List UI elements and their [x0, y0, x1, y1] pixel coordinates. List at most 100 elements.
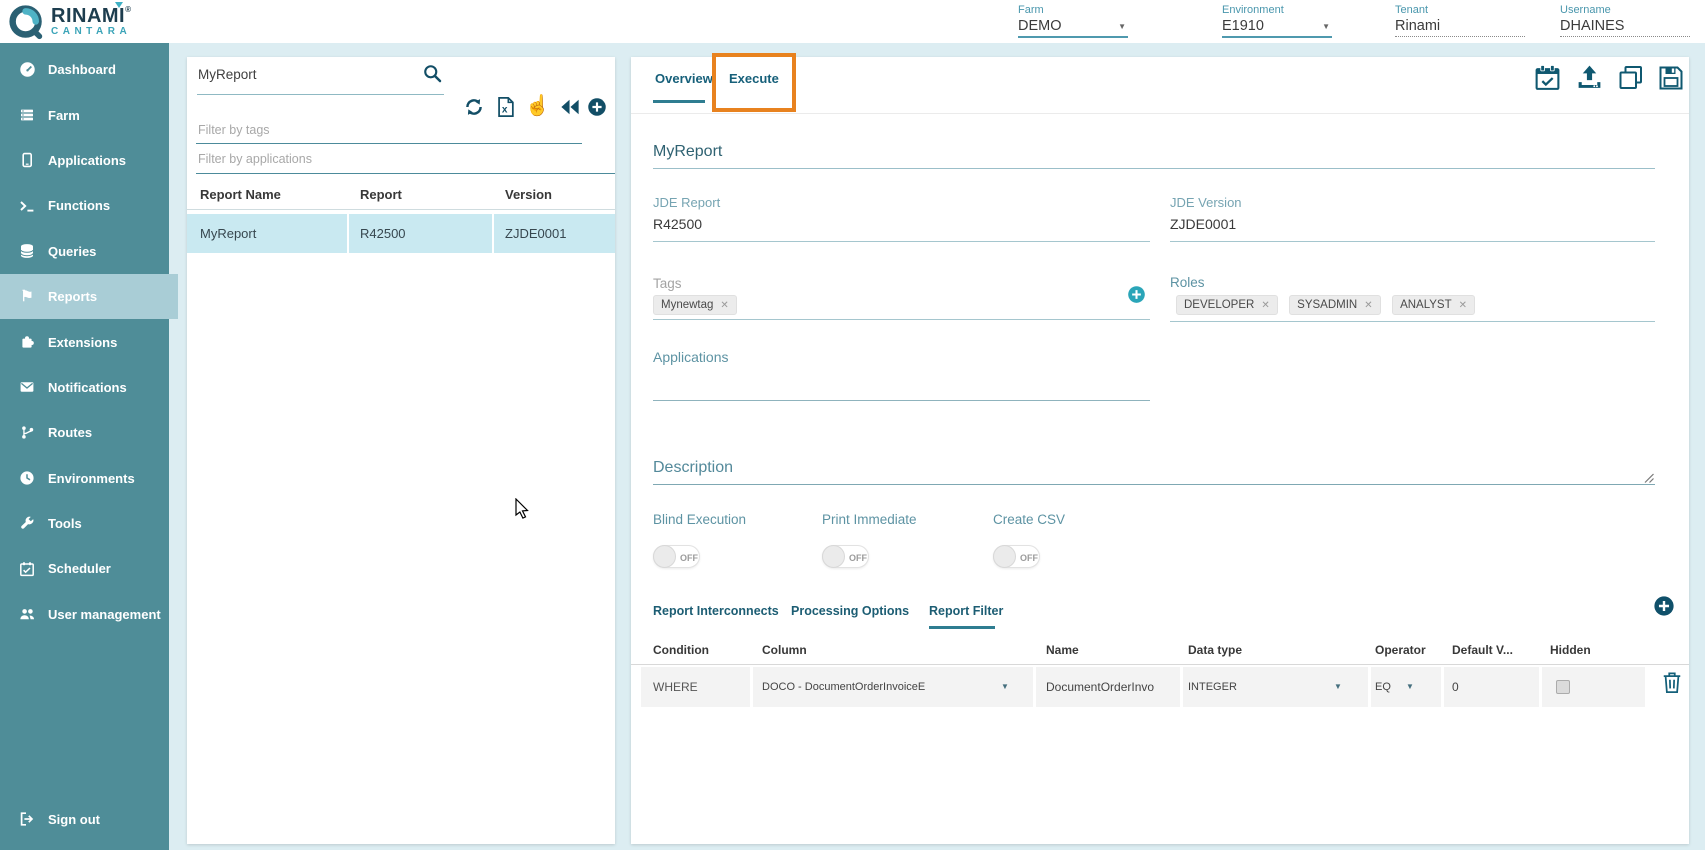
farm-value: DEMO — [1018, 18, 1128, 36]
resize-handle-icon[interactable] — [1643, 471, 1655, 489]
hand-pointer-icon[interactable]: ☝ — [525, 93, 550, 118]
sidebar-item-dashboard[interactable]: Dashboard — [0, 47, 169, 92]
schedule-icon[interactable] — [1533, 63, 1562, 97]
wrench-icon — [14, 516, 40, 532]
print-immediate-toggle[interactable]: OFF — [822, 545, 869, 568]
applications-input[interactable] — [653, 400, 1150, 401]
row-data-type-select[interactable]: INTEGER — [1188, 681, 1237, 693]
create-csv-label: Create CSV — [993, 512, 1065, 527]
column-header-hidden: Hidden — [1550, 643, 1591, 657]
chevron-down-icon: ▼ — [1322, 22, 1330, 31]
sidebar-item-label: User management — [48, 607, 161, 622]
column-header-column: Column — [762, 643, 807, 657]
applications-label: Applications — [653, 349, 729, 365]
refresh-icon[interactable] — [463, 96, 485, 123]
column-header-version: Version — [505, 187, 552, 202]
toggle-knob — [653, 545, 676, 568]
sidebar-item-reports[interactable]: ⚑ Reports — [0, 274, 178, 319]
sidebar-item-label: Reports — [48, 289, 97, 304]
tenant-field: Tenant Rinami — [1395, 4, 1525, 37]
sidebar-item-scheduler[interactable]: Scheduler — [0, 546, 169, 591]
username-value: DHAINES — [1560, 18, 1690, 36]
row-operator-select[interactable]: EQ — [1375, 681, 1391, 693]
sidebar-item-label: Dashboard — [48, 62, 116, 77]
filter-applications-input[interactable]: Filter by applications — [198, 152, 312, 166]
toggle-state: OFF — [849, 553, 867, 563]
create-csv-toggle[interactable]: OFF — [993, 545, 1040, 568]
sidebar-item-sign-out[interactable]: Sign out — [0, 797, 169, 842]
sidebar-item-tools[interactable]: Tools — [0, 501, 169, 546]
sidebar: Dashboard Farm Applications Functions Qu… — [0, 43, 169, 850]
column-header-default-value: Default V... — [1452, 643, 1513, 657]
blind-execution-toggle[interactable]: OFF — [653, 545, 700, 568]
roles-label: Roles — [1170, 275, 1205, 290]
environment-select[interactable]: Environment E1910 ▼ — [1222, 4, 1332, 38]
farm-label: Farm — [1018, 4, 1128, 16]
sidebar-item-notifications[interactable]: Notifications — [0, 365, 169, 410]
column-header-report-name: Report Name — [200, 187, 281, 202]
upload-icon[interactable] — [1575, 63, 1604, 97]
toggle-state: OFF — [680, 553, 698, 563]
column-header-report: Report — [360, 187, 402, 202]
toggle-knob — [822, 545, 845, 568]
report-search-input[interactable]: MyReport — [198, 67, 257, 82]
farm-select[interactable]: Farm DEMO ▼ — [1018, 4, 1128, 38]
chevron-down-icon[interactable]: ▼ — [1406, 682, 1414, 691]
sidebar-item-user-management[interactable]: User management — [0, 592, 169, 637]
sidebar-item-label: Tools — [48, 516, 82, 531]
jde-report-input[interactable]: R42500 — [653, 216, 702, 232]
sidebar-item-routes[interactable]: Routes — [0, 410, 169, 455]
report-name-input[interactable]: MyReport — [653, 143, 722, 161]
add-report-icon[interactable] — [587, 97, 607, 117]
search-icon[interactable] — [422, 63, 443, 89]
tab-report-interconnects[interactable]: Report Interconnects — [653, 604, 779, 618]
database-icon — [14, 243, 40, 259]
description-input[interactable] — [653, 484, 1655, 485]
filter-tags-input[interactable]: Filter by tags — [198, 123, 270, 137]
flag-icon: ⚑ — [14, 289, 40, 304]
row-default-value-input[interactable]: 0 — [1452, 680, 1459, 694]
tenant-label: Tenant — [1395, 4, 1525, 16]
calendar-check-icon — [14, 561, 40, 577]
tab-report-filter[interactable]: Report Filter — [929, 604, 1003, 618]
tag-chip: Mynewtag✕ — [653, 295, 737, 315]
tab-processing-options[interactable]: Processing Options — [791, 604, 909, 618]
table-row[interactable]: MyReport R42500 ZJDE0001 — [187, 214, 615, 253]
sidebar-item-label: Extensions — [48, 335, 117, 350]
row-name-input[interactable]: DocumentOrderInvo — [1046, 680, 1154, 694]
jde-version-input[interactable]: ZJDE0001 — [1170, 216, 1236, 232]
rewind-icon[interactable] — [559, 97, 581, 122]
sidebar-item-label: Environments — [48, 471, 135, 486]
sidebar-item-extensions[interactable]: Extensions — [0, 319, 169, 364]
add-tag-icon[interactable] — [1127, 285, 1146, 304]
sidebar-item-farm[interactable]: Farm — [0, 92, 169, 137]
jde-version-label: JDE Version — [1170, 195, 1242, 210]
svg-text:x: x — [502, 105, 508, 116]
remove-icon[interactable]: ✕ — [1261, 300, 1269, 311]
save-icon[interactable] — [1657, 64, 1685, 97]
remove-icon[interactable]: ✕ — [1459, 300, 1467, 311]
row-column-select[interactable]: DOCO - DocumentOrderInvoiceE — [762, 681, 925, 693]
remove-icon[interactable]: ✕ — [1364, 300, 1372, 311]
chevron-down-icon: ▼ — [1118, 22, 1126, 31]
sidebar-item-applications[interactable]: Applications — [0, 138, 169, 183]
sidebar-item-label: Functions — [48, 198, 110, 213]
chevron-down-icon[interactable]: ▼ — [1001, 682, 1009, 691]
mouse-cursor — [515, 498, 531, 525]
copy-icon[interactable] — [1617, 64, 1645, 97]
terminal-icon — [14, 198, 40, 214]
remove-icon[interactable]: ✕ — [720, 300, 728, 311]
sidebar-item-label: Applications — [48, 153, 126, 168]
column-header-condition: Condition — [653, 643, 709, 657]
excel-export-icon[interactable]: x — [495, 96, 516, 123]
sidebar-item-functions[interactable]: Functions — [0, 183, 169, 228]
row-report: R42500 — [360, 226, 406, 241]
role-chip: ANALYST✕ — [1392, 295, 1475, 315]
chevron-down-icon[interactable]: ▼ — [1334, 682, 1342, 691]
tab-overview[interactable]: Overview — [655, 71, 713, 86]
add-filter-icon[interactable] — [1653, 595, 1675, 617]
delete-row-icon[interactable] — [1661, 670, 1683, 700]
sidebar-item-environments[interactable]: Environments — [0, 456, 169, 501]
hidden-checkbox[interactable] — [1556, 680, 1570, 694]
sidebar-item-queries[interactable]: Queries — [0, 229, 169, 274]
